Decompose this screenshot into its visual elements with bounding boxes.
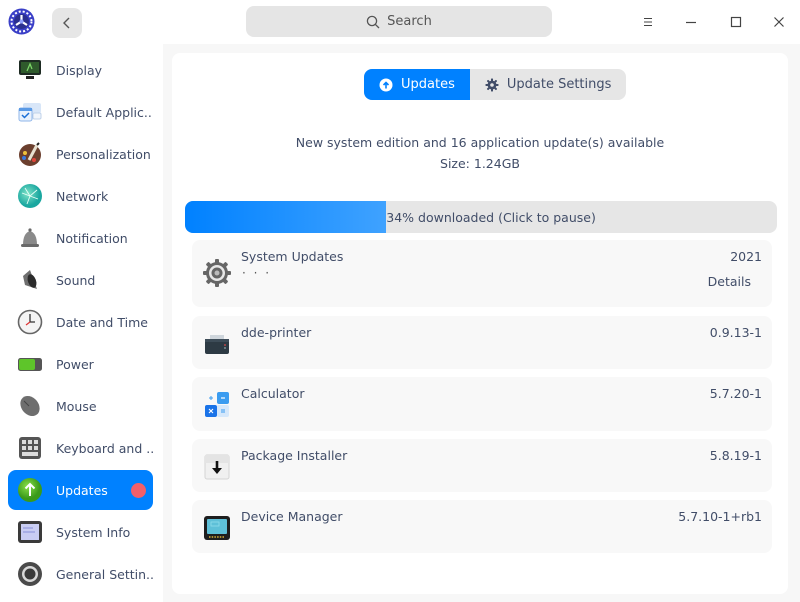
sidebar-item-label: Mouse	[56, 398, 97, 414]
sidebar-item-default-applications[interactable]: Default Applic...	[8, 92, 153, 132]
progress-text: 34% downloaded (Click to pause)	[386, 209, 596, 225]
search-input[interactable]: Search	[246, 6, 552, 37]
title-bar: Search	[0, 0, 800, 44]
update-item-dde-printer: dde-printer 0.9.13-1	[192, 316, 772, 369]
display-icon	[17, 57, 43, 83]
general-settings-icon	[17, 561, 43, 587]
sidebar-item-network[interactable]: Network	[8, 176, 153, 216]
search-placeholder: Search	[387, 14, 432, 29]
download-progress-bar[interactable]: 34% downloaded (Click to pause)	[185, 201, 777, 233]
sidebar-item-display[interactable]: Display	[8, 50, 153, 90]
calculator-icon	[202, 390, 232, 420]
sidebar-item-label: Personalization	[56, 146, 151, 162]
update-version: 2021	[730, 249, 762, 264]
sidebar-item-notification[interactable]: Notification	[8, 218, 153, 258]
sidebar-item-label: Power	[56, 356, 94, 372]
system-info-icon	[17, 519, 43, 545]
update-item-system-updates: System Updates · · · 2021 Details	[192, 240, 772, 307]
sidebar-item-updates[interactable]: Updates	[8, 470, 153, 510]
upload-circle-icon	[379, 78, 393, 91]
printer-icon	[202, 329, 232, 359]
main-area: Updates Update Settings New system editi…	[163, 44, 800, 602]
gear-icon	[485, 78, 499, 91]
sidebar-item-label: General Settin...	[56, 566, 153, 582]
tab-update-settings[interactable]: Update Settings	[470, 69, 627, 100]
update-item-calculator: Calculator 5.7.20-1	[192, 377, 772, 431]
maximize-icon	[730, 16, 742, 28]
sidebar-item-mouse[interactable]: Mouse	[8, 386, 153, 426]
update-version: 5.7.20-1	[709, 386, 762, 401]
menu-button[interactable]	[636, 10, 660, 34]
maximize-button[interactable]	[724, 10, 748, 34]
sidebar-item-sound[interactable]: Sound	[8, 260, 153, 300]
deepin-control-center-logo-icon	[8, 8, 35, 35]
sidebar-item-date-and-time[interactable]: Date and Time	[8, 302, 153, 342]
close-icon	[774, 17, 784, 27]
sidebar-item-label: Display	[56, 62, 103, 78]
default-applications-icon	[17, 99, 43, 125]
update-description-ellipsis: · · ·	[242, 266, 272, 280]
package-installer-icon	[202, 452, 232, 482]
device-manager-icon	[202, 513, 232, 543]
mouse-icon	[17, 393, 43, 419]
sidebar-item-label: Updates	[56, 482, 108, 498]
sidebar-item-label: Default Applic...	[56, 104, 153, 120]
update-size: Size: 1.24GB	[440, 156, 520, 171]
battery-icon	[17, 351, 43, 377]
details-link[interactable]: Details	[708, 274, 751, 289]
update-item-device-manager: Device Manager 5.7.10-1+rb1	[192, 500, 772, 553]
tab-label: Updates	[401, 77, 455, 92]
update-summary: New system edition and 16 application up…	[295, 135, 665, 150]
system-gear-icon	[202, 258, 232, 288]
sidebar-item-keyboard[interactable]: Keyboard and ...	[8, 428, 153, 468]
back-button[interactable]	[52, 8, 82, 38]
sidebar-item-label: Sound	[56, 272, 96, 288]
update-version: 0.9.13-1	[709, 325, 762, 340]
update-name: Device Manager	[241, 509, 343, 524]
sidebar-item-power[interactable]: Power	[8, 344, 153, 384]
notification-bell-icon	[17, 225, 43, 251]
update-name: Package Installer	[241, 448, 348, 463]
chevron-left-icon	[63, 17, 70, 29]
sidebar-item-personalization[interactable]: Personalization	[8, 134, 153, 174]
network-globe-icon	[17, 183, 43, 209]
sidebar-item-label: System Info	[56, 524, 131, 540]
minimize-icon	[686, 21, 696, 24]
update-version: 5.7.10-1+rb1	[678, 509, 762, 524]
clock-icon	[17, 309, 43, 335]
update-name: System Updates	[241, 249, 344, 264]
update-arrow-icon	[17, 477, 43, 503]
update-name: dde-printer	[241, 325, 312, 340]
close-button[interactable]	[767, 10, 791, 34]
update-version: 5.8.19-1	[709, 448, 762, 463]
search-icon	[366, 15, 380, 28]
progress-fill	[185, 201, 387, 233]
keyboard-icon	[17, 435, 43, 461]
sidebar-item-label: Network	[56, 188, 109, 204]
personalization-palette-icon	[17, 141, 43, 167]
updates-panel: Updates Update Settings New system editi…	[172, 53, 788, 594]
tab-updates[interactable]: Updates	[364, 69, 470, 100]
sidebar-item-general-settings[interactable]: General Settin...	[8, 554, 153, 594]
update-item-package-installer: Package Installer 5.8.19-1	[192, 439, 772, 492]
minimize-button[interactable]	[679, 10, 703, 34]
update-notification-badge	[131, 483, 146, 498]
sidebar-item-label: Date and Time	[56, 314, 148, 330]
update-name: Calculator	[241, 386, 305, 401]
sound-speaker-icon	[17, 267, 43, 293]
sidebar-item-label: Keyboard and ...	[56, 440, 153, 456]
sidebar-item-system-info[interactable]: System Info	[8, 512, 153, 552]
sidebar: Display Default Applic... Personalizatio…	[0, 44, 163, 602]
menu-icon	[644, 17, 652, 27]
tab-label: Update Settings	[506, 77, 612, 92]
sidebar-item-label: Notification	[56, 230, 128, 246]
updates-tab-switcher: Updates Update Settings	[364, 69, 627, 100]
